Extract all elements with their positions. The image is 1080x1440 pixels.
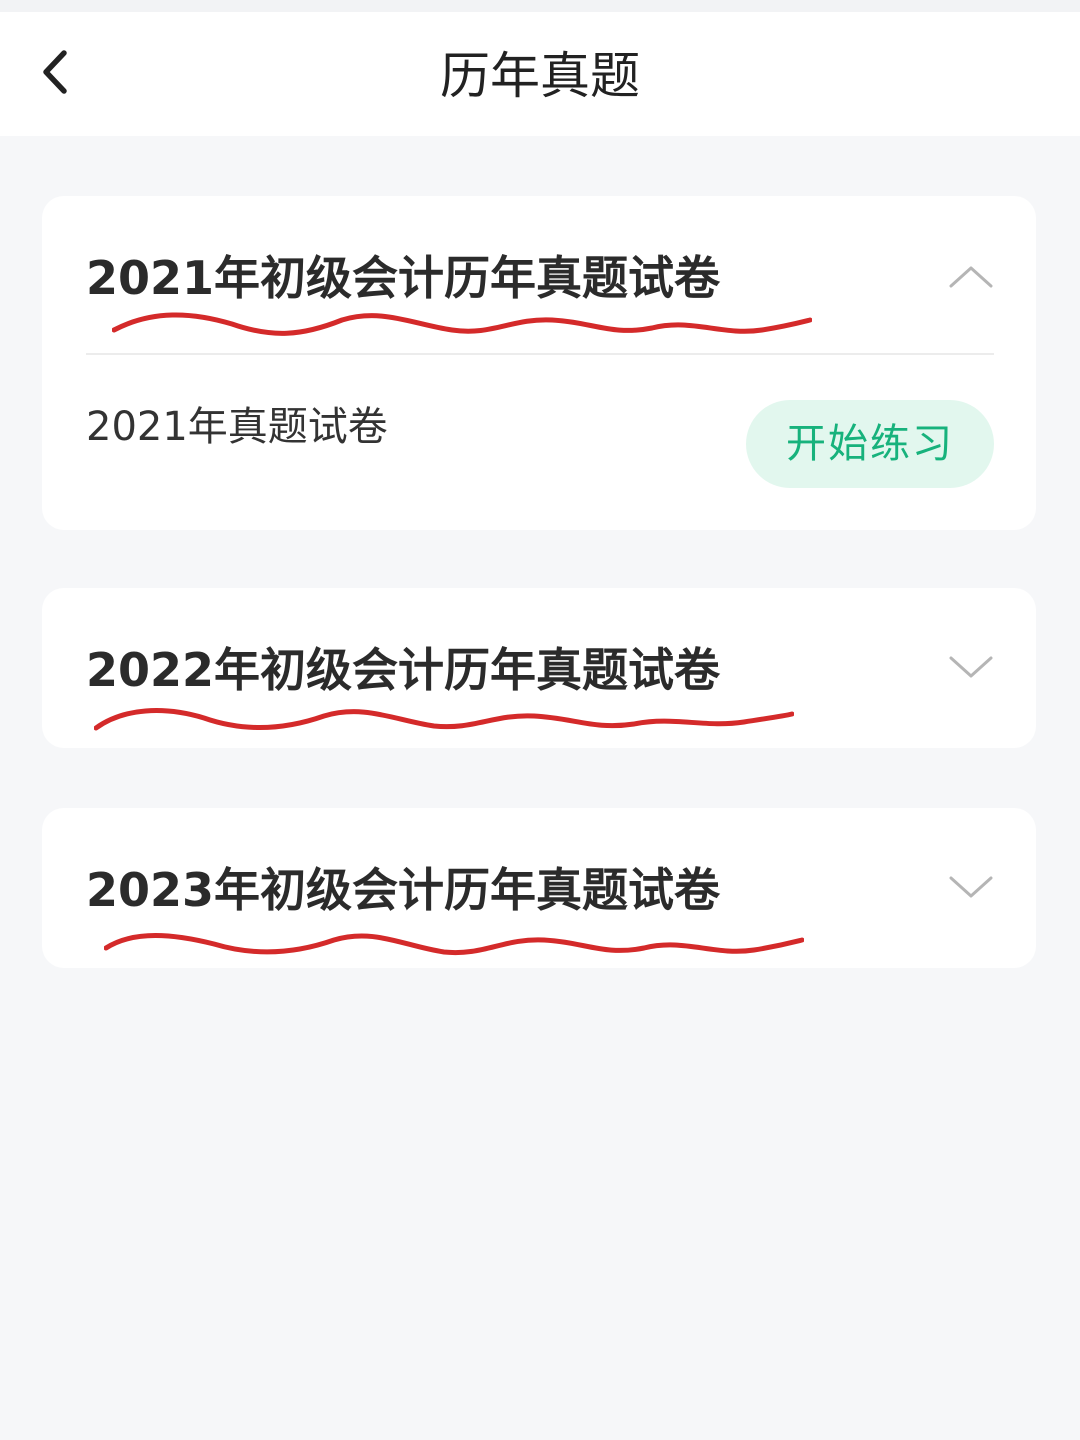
paper-card-2023: 2023年初级会计历年真题试卷 <box>42 808 1036 968</box>
paper-item-label: 2021年真题试卷 <box>86 404 388 450</box>
start-practice-button[interactable]: 开始练习 <box>746 400 994 488</box>
nav-bar: 历年真题 <box>0 12 1080 136</box>
paper-card-header[interactable]: 2023年初级会计历年真题试卷 <box>42 808 1036 968</box>
paper-title: 2023年初级会计历年真题试卷 <box>86 863 721 917</box>
chevron-down-icon <box>948 650 994 686</box>
chevron-up-icon <box>948 258 994 294</box>
paper-title: 2022年初级会计历年真题试卷 <box>86 643 721 697</box>
paper-card-2022: 2022年初级会计历年真题试卷 <box>42 588 1036 748</box>
paper-title: 2021年初级会计历年真题试卷 <box>86 251 721 305</box>
chevron-down-icon <box>948 870 994 906</box>
page-title: 历年真题 <box>440 47 640 105</box>
status-strip <box>0 0 1080 12</box>
paper-card-header[interactable]: 2021年初级会计历年真题试卷 <box>42 196 1036 354</box>
divider <box>86 353 994 355</box>
paper-card-2021: 2021年初级会计历年真题试卷 2021年真题试卷 开始练习 <box>42 196 1036 530</box>
paper-card-header[interactable]: 2022年初级会计历年真题试卷 <box>42 588 1036 748</box>
